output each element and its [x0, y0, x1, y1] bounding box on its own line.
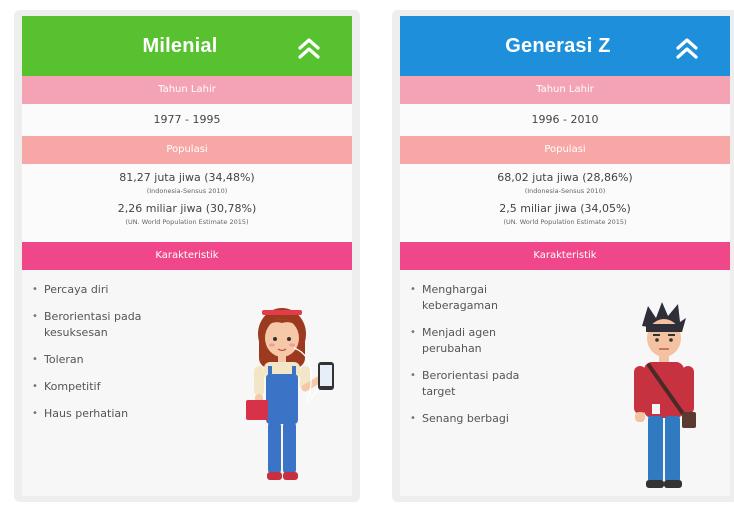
population-block: 68,02 juta jiwa (28,86%) (Indonesia-Sens…	[400, 164, 730, 242]
population-world-source: (UN. World Population Estimate 2015)	[503, 218, 627, 226]
milenial-card-inner: Milenial Tahun Lahir 1977 - 1995 Populas…	[22, 16, 352, 496]
population-indonesia-source: (Indonesia-Sensus 2010)	[146, 187, 228, 195]
bullet-icon: •	[410, 413, 416, 424]
population-label: Populasi	[400, 136, 730, 164]
birth-year-label: Tahun Lahir	[22, 76, 352, 104]
milenial-header: Milenial	[22, 16, 352, 76]
traits-list: • Menghargai keberagaman • Menjadi agen pe…	[400, 270, 530, 427]
milenial-title: Milenial	[142, 34, 218, 57]
birth-year-value: 1996 - 2010	[400, 104, 730, 136]
bullet-icon: •	[410, 370, 416, 381]
trait-text: Kompetitif	[44, 380, 101, 393]
bullet-icon: •	[32, 408, 38, 419]
trait-text: Berorientasi pada target	[422, 369, 520, 398]
trait-text: Haus perhatian	[44, 407, 129, 420]
birth-year-label: Tahun Lahir	[400, 76, 730, 104]
list-item: • Toleran	[32, 352, 182, 368]
bullet-icon: •	[410, 327, 416, 338]
milenial-girl-illustration	[246, 308, 334, 480]
list-item: • Menjadi agen perubahan	[410, 325, 530, 357]
population-world-source: (UN. World Population Estimate 2015)	[125, 218, 249, 226]
trait-text: Berorientasi pada kesuksesan	[44, 310, 142, 339]
list-item: • Senang berbagi	[410, 411, 530, 427]
bullet-icon: •	[410, 284, 416, 295]
birth-year-value: 1977 - 1995	[22, 104, 352, 136]
population-indonesia-source: (Indonesia-Sensus 2010)	[524, 187, 606, 195]
population-indonesia: 81,27 juta jiwa (34,48%)	[119, 171, 255, 184]
population-block: 81,27 juta jiwa (34,48%) (Indonesia-Sens…	[22, 164, 352, 242]
bullet-icon: •	[32, 284, 38, 295]
bullet-icon: •	[32, 354, 38, 365]
genz-title: Generasi Z	[505, 34, 611, 57]
double-chevron-up-icon[interactable]	[672, 32, 702, 62]
population-world: 2,5 miliar jiwa (34,05%)	[499, 202, 631, 215]
traits-label: Karakteristik	[400, 242, 730, 270]
trait-text: Senang berbagi	[422, 412, 509, 425]
population-indonesia: 68,02 juta jiwa (28,86%)	[497, 171, 633, 184]
population-world: 2,26 miliar jiwa (30,78%)	[117, 202, 257, 215]
milenial-card: Milenial Tahun Lahir 1977 - 1995 Populas…	[14, 10, 360, 502]
trait-text: Menghargai keberagaman	[422, 283, 498, 312]
bullet-icon: •	[32, 381, 38, 392]
double-chevron-up-icon[interactable]	[294, 32, 324, 62]
page: Milenial Tahun Lahir 1977 - 1995 Populas…	[0, 0, 734, 509]
list-item: • Berorientasi pada target	[410, 368, 530, 400]
genz-card-inner: Generasi Z Tahun Lahir 1996 - 2010 Popul…	[400, 16, 730, 496]
list-item: • Haus perhatian	[32, 406, 182, 422]
traits-label: Karakteristik	[22, 242, 352, 270]
trait-text: Menjadi agen perubahan	[422, 326, 497, 355]
genz-header: Generasi Z	[400, 16, 730, 76]
trait-text: Toleran	[44, 353, 84, 366]
trait-text: Percaya diri	[44, 283, 109, 296]
list-item: • Percaya diri	[32, 282, 182, 298]
list-item: • Menghargai keberagaman	[410, 282, 530, 314]
bullet-icon: •	[32, 311, 38, 322]
traits-list: • Percaya diri • Berorientasi pada kesukse…	[22, 270, 182, 422]
list-item: • Kompetitif	[32, 379, 182, 395]
population-label: Populasi	[22, 136, 352, 164]
list-item: • Berorientasi pada kesuksesan	[32, 309, 182, 341]
genz-card: Generasi Z Tahun Lahir 1996 - 2010 Popul…	[392, 10, 734, 502]
genz-boy-illustration	[634, 302, 696, 488]
